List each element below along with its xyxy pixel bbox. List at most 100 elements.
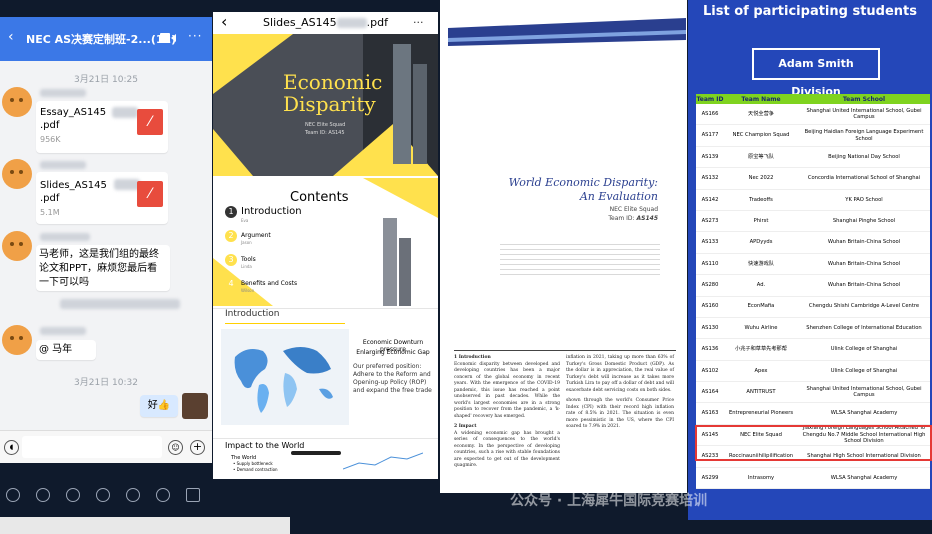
contents-item: Argument (241, 232, 271, 239)
team-school-cell: Ulink College of Shanghai (798, 338, 930, 361)
mention-message[interactable]: @ 马年 (36, 340, 96, 360)
sender-name-blurred (40, 89, 86, 97)
paper-title-line1: World Economic Disparity: (508, 176, 658, 189)
column-header: Team School (798, 94, 930, 104)
avatar[interactable] (2, 231, 32, 261)
file-message[interactable]: Slides_AS145 .pdf 5.1M ⁄ (36, 172, 168, 224)
slide-title-line1: Economic (283, 70, 383, 94)
intro-text: Our preferred position: Adhere to the Re… (353, 363, 432, 394)
more-icon[interactable]: ··· (413, 12, 424, 34)
slide-title[interactable]: Economic Disparity NEC Elite Squad Team … (213, 34, 438, 176)
contents-item: Benefits and Costs (241, 280, 298, 287)
reply-message[interactable]: 好👍 (140, 395, 178, 417)
team-school-cell: Concordia International School of Shangh… (798, 167, 930, 190)
paragraph: A widening economic gap has brought a se… (454, 430, 560, 469)
chat-header: ‹ NEC AS决赛定制班-2...(12) ··· (0, 17, 212, 61)
item-number: 3 (225, 254, 237, 266)
table-header: Team ID Team Name Team School (696, 94, 930, 104)
chat-title: NEC AS决赛定制班-2...(12) (26, 33, 177, 46)
toolbar-icon[interactable] (156, 488, 170, 502)
toolbar-icon[interactable] (36, 488, 50, 502)
scroll-indicator[interactable] (291, 451, 341, 455)
team-school-cell: Chengdu Shishi Cambridge A-Level Centre (798, 296, 930, 318)
screen-icon[interactable] (186, 488, 200, 502)
file-size: 5.1M (40, 208, 60, 217)
team-school-cell: Shenzhen College of International Educat… (798, 317, 930, 340)
text-message[interactable]: 马老师，这是我们组的最终论文和PPT，麻烦您最后看一下可以吗 (36, 245, 170, 291)
slide-impact[interactable]: Impact to the World The World • Supply b… (213, 438, 438, 479)
paper-author-block (500, 240, 660, 278)
table-row: AS130 Wuhu Airline Shenzhen College of Int… (696, 317, 930, 340)
contents-item-presenter: Wilson (241, 288, 255, 293)
avatar[interactable] (2, 159, 32, 189)
message-input[interactable] (22, 436, 162, 458)
team-id-cell: AS133 (696, 231, 724, 254)
slides-viewer: ‹ Slides_AS145 .pdf ··· Economic Disparit… (213, 12, 438, 479)
sender-name-blurred (40, 233, 90, 241)
intro-title: Introduction (225, 309, 280, 319)
team-id-label: Team ID: (608, 215, 635, 222)
table-row: AS132 Nec 2022 Concordia International Sch… (696, 167, 930, 190)
pen-icon[interactable] (66, 488, 80, 502)
team-school-cell: Wuhan Britain-China School (798, 274, 930, 297)
avatar[interactable] (2, 87, 32, 117)
paragraph: Economic disparity between developed and… (454, 361, 560, 419)
table-row: AS142 Tradeoffs YK PAO School (696, 189, 930, 211)
team-name-cell: Phirst (724, 210, 798, 233)
slides-filename: Slides_AS145 (263, 16, 337, 29)
team-id-cell: AS139 (696, 146, 724, 169)
team-name-cell: Entrepreneurial Pioneers (724, 402, 798, 425)
team-name-cell: ANTITRUST (724, 381, 798, 404)
table-row: AS139 原宝等飞队 Beijing National Day School (696, 146, 930, 169)
paper-column-left: 1 Introduction Economic disparity betwee… (454, 355, 560, 470)
contents-heading: Contents (290, 190, 349, 205)
team-school-cell: WLSA Shanghai Academy (798, 467, 930, 490)
table-row: AS280 Ad. Wuhan Britain-China School (696, 274, 930, 297)
search-icon[interactable] (126, 488, 140, 502)
file-name: Essay_AS145 (40, 107, 107, 118)
list-heading: List of participating students (702, 4, 918, 19)
slide-introduction[interactable]: Introduction Economic Downturn pressure … (213, 308, 438, 437)
team-id-cell: AS102 (696, 360, 724, 383)
file-size: 956K (40, 135, 61, 144)
avatar[interactable] (2, 325, 32, 355)
team-id-cell: AS164 (696, 381, 724, 404)
chat-panel: ‹ NEC AS决赛定制班-2...(12) ··· 3月21日 10:25 E… (0, 17, 212, 463)
contents-item-presenter: Jason (241, 240, 252, 245)
add-icon[interactable]: + (190, 440, 205, 455)
team-name-cell: Intrasomy (724, 467, 798, 490)
toolbar-icon[interactable] (6, 488, 20, 502)
contents-item: Tools (241, 256, 256, 263)
back-icon[interactable]: ‹ (8, 29, 14, 45)
team-name-cell: Ad. (724, 274, 798, 297)
table-row: AS163 Entrepreneurial Pioneers WLSA Shangh… (696, 402, 930, 425)
table-row: AS299 Intrasomy WLSA Shanghai Academy (696, 467, 930, 490)
table-row: AS110 快速游戏队 Wuhan Britain-China School (696, 253, 930, 276)
team-id-cell: AS163 (696, 402, 724, 425)
toolbar-icon[interactable] (96, 488, 110, 502)
team-school-cell: WLSA Shanghai Academy (798, 402, 930, 425)
my-avatar[interactable] (182, 393, 208, 419)
emoji-icon[interactable]: ☺ (168, 440, 183, 455)
column-header: Team Name (724, 94, 798, 104)
impact-point: • Demand contraction (233, 467, 278, 472)
voice-icon[interactable]: ◖ (4, 440, 19, 455)
table-row: AS133 APDyyds Wuhan Britain-China School (696, 231, 930, 254)
impact-title: Impact to the World (225, 441, 305, 450)
team-id-cell: AS142 (696, 189, 724, 211)
sender-name-blurred (40, 327, 86, 335)
team-school-cell: Shanghai United International School, Gu… (798, 381, 930, 404)
team-id-cell: AS130 (696, 317, 724, 340)
file-message[interactable]: Essay_AS145 .pdf 956K ⁄ (36, 101, 168, 153)
slide-contents[interactable]: Contents 1 Introduction Eva 2 Argument J… (213, 178, 438, 306)
more-icon[interactable]: ··· (188, 29, 202, 43)
team-name-cell: Wuhu Airline (724, 317, 798, 340)
team-id-cell: AS280 (696, 274, 724, 297)
back-icon[interactable]: ‹ (221, 12, 227, 32)
team-id-cell: AS299 (696, 467, 724, 490)
team-name-cell: APDyyds (724, 231, 798, 254)
paper-title-line2: An Evaluation (579, 190, 658, 203)
video-call-icon[interactable] (160, 32, 176, 44)
team-school-cell: Shanghai Pinghe School (798, 210, 930, 233)
team-school-cell: Beijing Haidian Foreign Language Experim… (798, 124, 930, 147)
